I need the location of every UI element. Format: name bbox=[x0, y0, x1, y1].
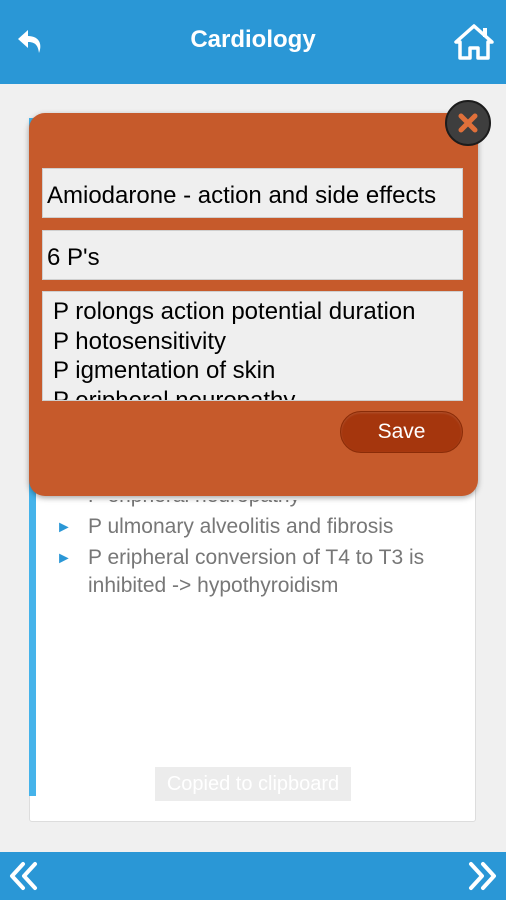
list-item: P eripheral neuropathy bbox=[56, 500, 456, 510]
close-button[interactable] bbox=[445, 100, 491, 146]
save-button[interactable]: Save bbox=[340, 411, 463, 453]
bullet-arrow-icon: ► bbox=[56, 550, 72, 567]
notes-line: P hotosensitivity bbox=[53, 327, 226, 355]
edit-mnemonic-dialog: Amiodarone - action and side effects 6 P… bbox=[29, 113, 478, 496]
notes-line: P eripheral neuropathy bbox=[53, 386, 296, 401]
home-button[interactable] bbox=[452, 20, 496, 64]
title-field[interactable]: Amiodarone - action and side effects bbox=[42, 168, 463, 218]
notes-line: P rolongs action potential duration bbox=[53, 298, 416, 325]
double-chevron-left-icon bbox=[10, 862, 37, 890]
previous-button[interactable] bbox=[4, 856, 44, 896]
app-footer bbox=[0, 852, 506, 900]
list-item: ► P ulmonary alveolitis and fibrosis bbox=[56, 513, 456, 541]
bullet-arrow-icon: ► bbox=[56, 519, 72, 536]
next-button[interactable] bbox=[462, 856, 502, 896]
notes-line: P igmentation of skin bbox=[53, 357, 276, 384]
app-header: Cardiology bbox=[0, 0, 506, 84]
toast-message: Copied to clipboard bbox=[155, 767, 351, 801]
bullet-list: P eripheral neuropathy ► P ulmonary alve… bbox=[56, 500, 456, 603]
mnemonic-field[interactable]: 6 P's bbox=[42, 230, 463, 280]
home-icon bbox=[454, 24, 494, 60]
double-chevron-right-icon bbox=[469, 862, 496, 890]
page-title: Cardiology bbox=[190, 26, 316, 53]
list-item: ► P eripheral conversion of T4 to T3 is … bbox=[56, 546, 425, 597]
close-icon bbox=[458, 113, 478, 133]
notes-textarea[interactable]: P rolongs action potential duration P ho… bbox=[42, 291, 463, 401]
